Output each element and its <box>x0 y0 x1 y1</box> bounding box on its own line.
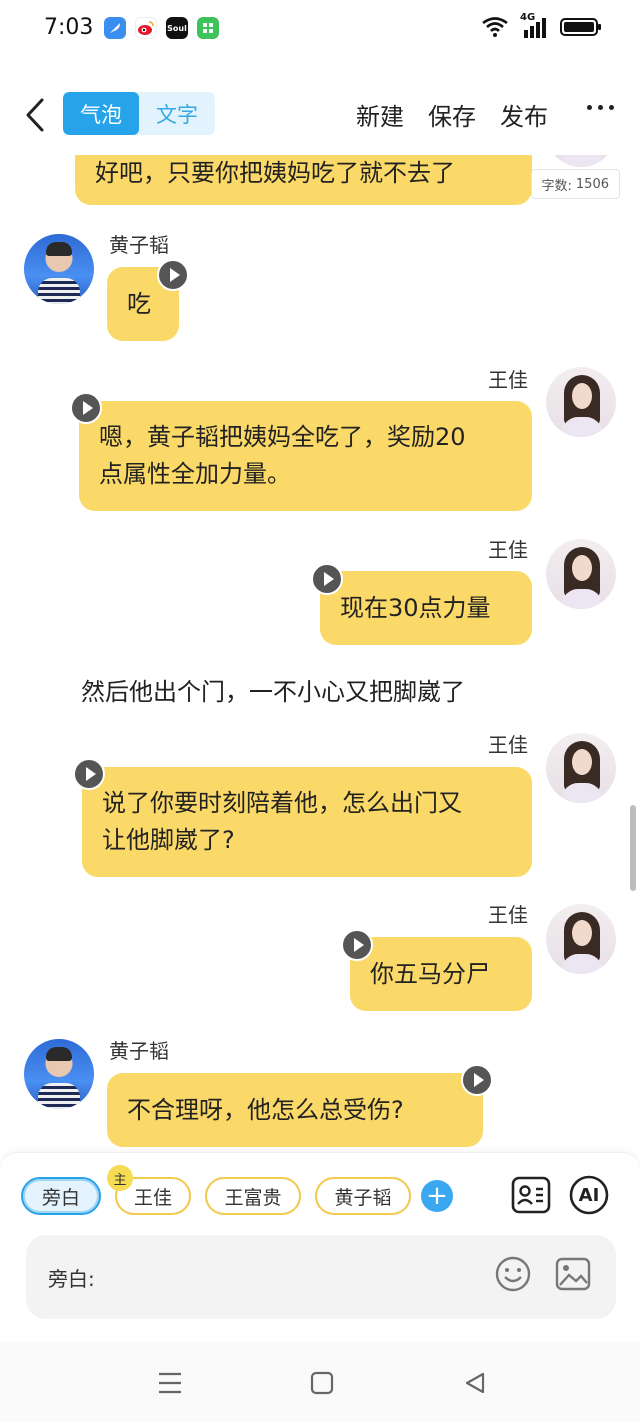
play-audio-icon[interactable] <box>341 929 373 961</box>
back-button[interactable] <box>18 93 52 137</box>
ai-button[interactable]: AI <box>569 1175 609 1215</box>
ai-label: AI <box>578 1184 600 1206</box>
publish-button[interactable]: 发布 <box>500 97 548 132</box>
play-audio-icon[interactable] <box>157 259 189 291</box>
triangle-back-icon <box>465 1372 485 1394</box>
battery-icon <box>560 18 601 36</box>
play-audio-icon[interactable] <box>70 392 102 424</box>
word-count-label: 字数: <box>541 178 572 194</box>
chevron-left-icon <box>26 98 44 132</box>
message-bubble[interactable]: 现在30点力量 <box>320 571 532 645</box>
message-text: 现在30点力量 <box>340 593 491 622</box>
avatar[interactable] <box>546 733 616 803</box>
play-audio-icon[interactable] <box>73 758 105 790</box>
role-chip-label: 王佳 <box>133 1186 172 1209</box>
green-app-icon <box>197 17 219 39</box>
status-indicators: 4G <box>482 12 602 38</box>
narration-text[interactable]: 然后他出个门，一不小心又把脚崴了 <box>81 672 465 707</box>
message-text-line: 让他脚崴了? <box>102 826 235 854</box>
new-button[interactable]: 新建 <box>356 97 404 132</box>
avatar[interactable] <box>24 234 94 304</box>
role-card-button[interactable] <box>511 1175 551 1215</box>
play-audio-icon[interactable] <box>311 563 343 595</box>
message-bubble[interactable]: 说了你要时刻陪着他，怎么出门又 让他脚崴了? <box>82 767 532 877</box>
editor-toolbar: 气泡 文字 新建 保存 发布 <box>0 85 640 147</box>
wifi-icon <box>482 17 508 37</box>
sender-name: 王佳 <box>488 733 528 757</box>
message-text-line: 点属性全加力量。 <box>99 460 291 488</box>
message-bubble[interactable]: 好吧，只要你把姨妈吃了就不去了 <box>75 155 532 205</box>
contact-card-icon <box>511 1176 551 1214</box>
role-chip-narrator[interactable]: 旁白 <box>21 1177 101 1215</box>
message-input[interactable]: 旁白: <box>26 1235 616 1319</box>
word-count-badge: 字数: 1506 <box>530 169 620 199</box>
more-options-button[interactable] <box>587 105 614 110</box>
message-text-line: 说了你要时刻陪着他，怎么出门又 <box>102 789 462 817</box>
square-icon <box>310 1371 334 1395</box>
emoji-button[interactable] <box>494 1255 532 1293</box>
sender-name: 王佳 <box>488 368 528 392</box>
status-app-icons: Soul <box>104 17 219 39</box>
weibo-app-icon <box>135 17 157 39</box>
message-text: 吃 <box>127 289 151 318</box>
sender-name: 黄子韬 <box>109 233 169 257</box>
cellular-signal-icon: 4G <box>520 12 548 38</box>
sender-name: 王佳 <box>488 903 528 927</box>
menu-icon <box>159 1372 181 1394</box>
message-bubble[interactable]: 你五马分尸 <box>350 937 532 1011</box>
avatar[interactable] <box>546 904 616 974</box>
feather-app-icon <box>104 17 126 39</box>
role-chip-wangjia[interactable]: 主 王佳 <box>107 1165 191 1215</box>
insert-image-button[interactable] <box>554 1255 592 1293</box>
message-bubble[interactable]: 不合理呀，他怎么总受伤? <box>107 1073 483 1147</box>
sender-name: 王佳 <box>488 538 528 562</box>
status-time: 7:03 <box>44 15 94 40</box>
tab-text-mode[interactable]: 文字 <box>139 92 215 135</box>
sender-name: 黄子韬 <box>109 1039 169 1063</box>
avatar[interactable] <box>546 155 616 167</box>
add-role-button[interactable]: + <box>421 1180 453 1212</box>
message-text-line: 嗯，黄子韬把姨妈全吃了，奖励20 <box>99 423 466 451</box>
smiley-icon <box>495 1256 531 1292</box>
chat-scrollbar[interactable] <box>630 805 636 891</box>
chat-area[interactable]: 好吧，只要你把姨妈吃了就不去了 字数: 1506 黄子韬 吃 王佳 嗯，黄子韬把… <box>0 155 640 1150</box>
avatar[interactable] <box>546 367 616 437</box>
message-text: 好吧，只要你把姨妈吃了就不去了 <box>95 158 455 187</box>
image-icon <box>555 1257 591 1291</box>
avatar[interactable] <box>24 1039 94 1109</box>
role-chip-wangfugui[interactable]: 王富贵 <box>205 1177 301 1215</box>
message-bubble[interactable]: 嗯，黄子韬把姨妈全吃了，奖励20 点属性全加力量。 <box>79 401 532 511</box>
tab-bubble-mode[interactable]: 气泡 <box>63 92 139 135</box>
nav-menu-button[interactable] <box>155 1368 185 1398</box>
message-text: 不合理呀，他怎么总受伤? <box>127 1095 404 1124</box>
composer-panel: 旁白 主 王佳 王富贵 黄子韬 + AI 旁白: <box>0 1152 640 1342</box>
word-count-value: 1506 <box>575 176 609 192</box>
soul-app-icon: Soul <box>166 17 188 39</box>
nav-back-button[interactable] <box>460 1368 490 1398</box>
mode-segmented-control: 气泡 文字 <box>63 92 215 135</box>
play-audio-icon[interactable] <box>461 1064 493 1096</box>
toolbar-actions: 新建 保存 发布 <box>356 97 548 132</box>
role-chip-huangzitao[interactable]: 黄子韬 <box>315 1177 411 1215</box>
nav-home-button[interactable] <box>307 1368 337 1398</box>
avatar[interactable] <box>546 539 616 609</box>
status-bar: 7:03 Soul 4G <box>0 0 640 58</box>
message-text: 你五马分尸 <box>370 959 490 988</box>
system-nav-bar <box>0 1342 640 1422</box>
main-role-badge: 主 <box>107 1165 133 1191</box>
input-speaker-label: 旁白: <box>48 1267 95 1291</box>
role-selector: 旁白 主 王佳 王富贵 黄子韬 <box>21 1165 411 1215</box>
save-button[interactable]: 保存 <box>428 97 476 132</box>
